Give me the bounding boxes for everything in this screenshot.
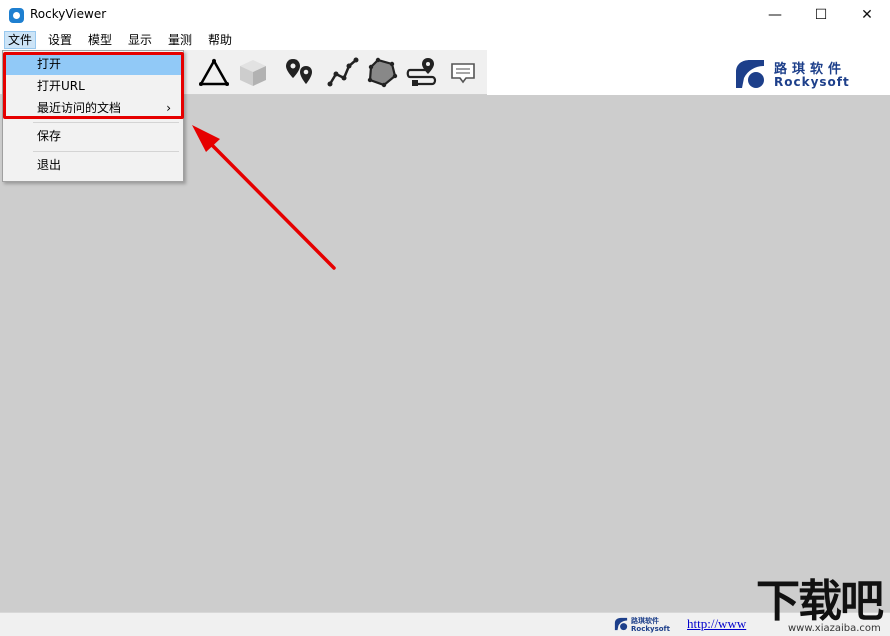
annotation-highlight-box — [3, 52, 184, 119]
website-link[interactable]: http://www — [687, 616, 746, 632]
place-marker-icon[interactable] — [283, 56, 315, 88]
minimize-button[interactable]: — — [752, 0, 798, 30]
menu-help[interactable]: 帮助 — [205, 31, 235, 49]
menu-item-save-label: 保存 — [37, 129, 62, 143]
window-title: RockyViewer — [30, 7, 107, 21]
triangle-icon[interactable] — [198, 56, 230, 88]
menu-separator — [33, 151, 179, 152]
status-logo-mark — [614, 617, 628, 631]
maximize-button[interactable]: ☐ — [798, 0, 844, 30]
menu-display[interactable]: 显示 — [125, 31, 155, 49]
logo-english-text: Rockysoft — [774, 75, 850, 89]
menu-model[interactable]: 模型 — [85, 31, 115, 49]
watermark-url: www.xiazaiba.com — [788, 623, 881, 634]
close-button[interactable]: ✕ — [844, 0, 890, 30]
polygon-icon[interactable] — [366, 56, 398, 88]
polyline-icon[interactable] — [327, 56, 359, 88]
menu-item-exit[interactable]: 退出 — [5, 154, 181, 176]
status-logo: 路琪软件 Rockysoft — [614, 616, 670, 634]
menu-item-save[interactable]: 保存 — [5, 125, 181, 147]
status-logo-english: Rockysoft — [631, 625, 670, 633]
rockysoft-logo: 路琪软件 Rockysoft — [734, 56, 854, 92]
route-icon[interactable] — [406, 56, 438, 88]
menu-bar: 文件 设置 模型 显示 量测 帮助 — [0, 30, 890, 50]
cube-icon[interactable] — [237, 56, 269, 88]
app-icon — [9, 8, 24, 23]
menu-settings[interactable]: 设置 — [45, 31, 75, 49]
menu-item-exit-label: 退出 — [37, 158, 62, 172]
menu-measure[interactable]: 量测 — [165, 31, 195, 49]
comment-icon[interactable] — [447, 56, 479, 88]
menu-file[interactable]: 文件 — [4, 31, 37, 49]
rockysoft-logo-mark — [736, 60, 764, 88]
menu-separator — [33, 122, 179, 123]
watermark-text: 下载吧 — [756, 576, 884, 627]
watermark-logo: 下载吧 www.xiazaiba.com — [752, 578, 890, 635]
title-bar: RockyViewer — ☐ ✕ — [0, 0, 890, 30]
